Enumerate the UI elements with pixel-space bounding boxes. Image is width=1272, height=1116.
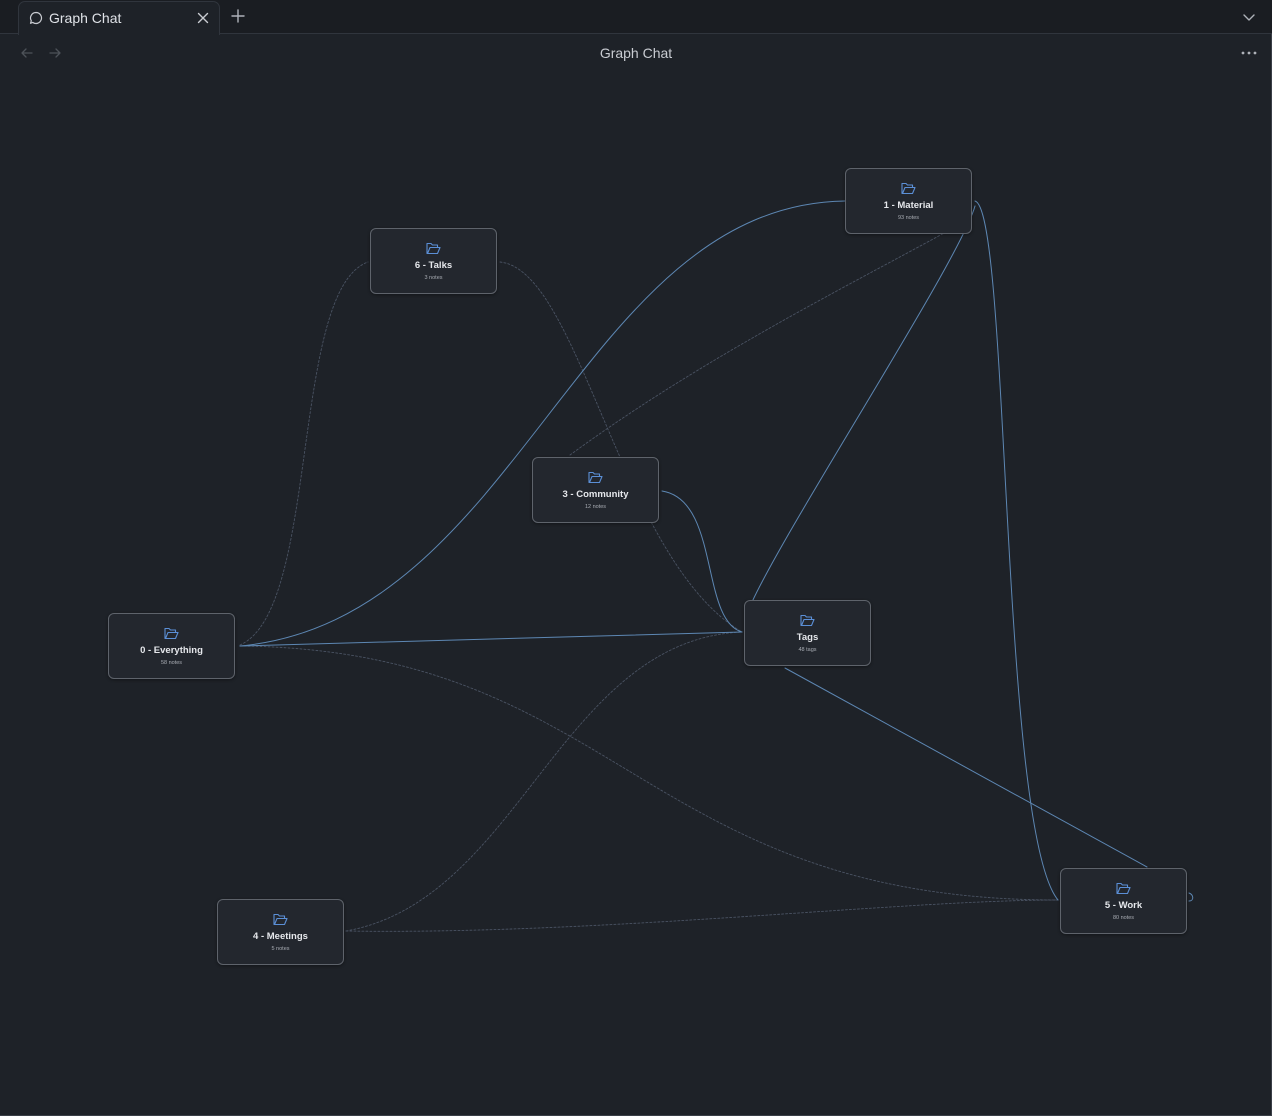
close-icon[interactable]: [195, 10, 211, 26]
node-title: 5 - Work: [1104, 900, 1143, 911]
edge-everything-tags: [239, 631, 743, 647]
node-count: 58 notes: [160, 660, 183, 666]
edge-material-tags: [751, 205, 976, 603]
node-count: 5 notes: [271, 946, 290, 952]
chat-bubble-icon: [29, 11, 43, 25]
chevron-down-icon[interactable]: [1240, 8, 1258, 26]
node-count: 3 notes: [424, 275, 443, 281]
folder-open-icon: [800, 614, 815, 627]
edge-material-work: [974, 200, 1059, 901]
node-title: 0 - Everything: [140, 645, 203, 656]
node-talks[interactable]: 6 - Talks 3 notes: [370, 228, 497, 294]
edge-everything-material: [239, 200, 846, 647]
edge-community-material: [569, 231, 947, 456]
graph-chat-window: Graph Chat Graph Chat 1 - Material 93 no…: [0, 0, 1272, 1116]
node-title: 1 - Material: [883, 200, 934, 211]
edge-meetings-tags: [345, 631, 743, 932]
node-tags[interactable]: Tags 48 tags: [744, 600, 871, 666]
folder-open-icon: [1116, 882, 1131, 895]
node-title: 4 - Meetings: [253, 931, 308, 942]
folder-open-icon: [164, 627, 179, 640]
edge-community-tags: [661, 490, 743, 633]
node-material[interactable]: 1 - Material 93 notes: [845, 168, 972, 234]
node-count: 80 notes: [1112, 915, 1135, 921]
graph-edges: [239, 200, 1194, 932]
folder-open-icon: [901, 182, 916, 195]
edge-meetings-work: [345, 899, 1059, 932]
tab-label: Graph Chat: [49, 10, 122, 26]
folder-open-icon: [426, 242, 441, 255]
node-title: Tags: [796, 632, 819, 643]
edge-work-self: [1188, 892, 1194, 902]
node-work[interactable]: 5 - Work 80 notes: [1060, 868, 1187, 934]
edge-tags-work: [784, 667, 1148, 868]
folder-open-icon: [588, 471, 603, 484]
node-count: 48 tags: [798, 647, 817, 653]
tab-graph-chat[interactable]: Graph Chat: [18, 1, 220, 35]
folder-open-icon: [273, 913, 288, 926]
node-everything[interactable]: 0 - Everything 58 notes: [108, 613, 235, 679]
edge-everything-work: [239, 645, 1059, 901]
node-title: 3 - Community: [562, 489, 629, 500]
more-options-icon[interactable]: [1238, 44, 1260, 62]
node-meetings[interactable]: 4 - Meetings 5 notes: [217, 899, 344, 965]
node-title: 6 - Talks: [414, 260, 453, 271]
tab-bar: Graph Chat: [0, 0, 1272, 35]
node-community[interactable]: 3 - Community 12 notes: [532, 457, 659, 523]
plus-icon[interactable]: [229, 7, 247, 25]
edge-talks-tags: [499, 261, 743, 633]
node-count: 93 notes: [897, 215, 920, 221]
edge-everything-talks: [239, 261, 369, 646]
view-title: Graph Chat: [599, 45, 673, 61]
node-count: 12 notes: [584, 504, 607, 510]
view-header: Graph Chat: [0, 34, 1272, 74]
